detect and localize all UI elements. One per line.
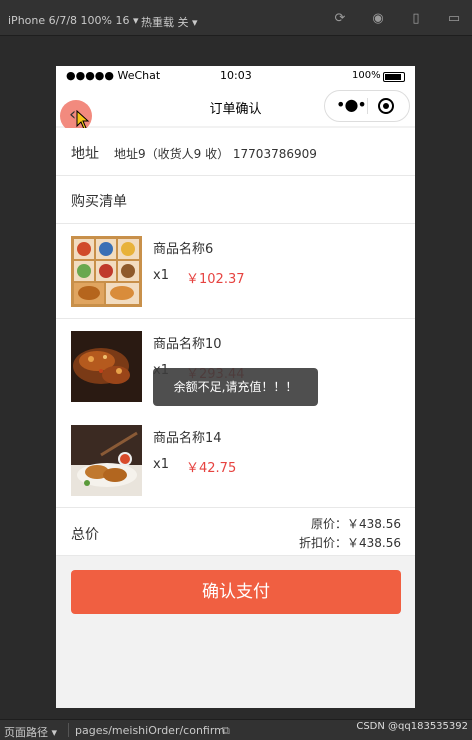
battery-icon [383, 72, 405, 82]
record-icon[interactable]: ◉ [371, 12, 385, 26]
list-item[interactable]: 商品名称14 x1 ￥42.75 [56, 413, 415, 508]
toast-message: 余额不足,请充值！！！ [153, 368, 318, 406]
product-name: 商品名称14 [153, 431, 222, 446]
target-close-icon[interactable] [378, 98, 394, 114]
devtools-toolbar: iPhone 6/7/8 100% 16 ▾ 热重载 关 ▾ ⟳ ◉ ▯ ▭ [0, 0, 472, 36]
phone-icon[interactable]: ▯ [409, 12, 423, 26]
product-image [71, 236, 142, 307]
refresh-icon[interactable]: ⟳ [333, 12, 347, 26]
device-selector[interactable]: iPhone 6/7/8 100% 16 ▾ [8, 14, 139, 27]
path-divider [68, 723, 69, 737]
total-label: 总价 [71, 527, 99, 543]
product-price: ￥42.75 [186, 461, 237, 476]
devtools-statusbar: 页面路径 ▾ pages/meishiOrder/confirm ⧉ CSDN … [0, 719, 472, 740]
product-name: 商品名称6 [153, 242, 214, 257]
status-bar: ●●●●● WeChat 10:03 100% [56, 66, 415, 86]
product-qty: x1 [153, 268, 169, 283]
address-label: 地址 [71, 146, 99, 162]
hot-reload-toggle[interactable]: 热重载 关 ▾ [141, 14, 198, 30]
product-price: ￥102.37 [186, 272, 245, 287]
page-path: pages/meishiOrder/confirm [75, 724, 225, 737]
confirm-pay-button[interactable]: 确认支付 [71, 570, 401, 614]
purchase-list-title: 购买清单 [71, 194, 127, 210]
nav-bar: 订单确认 ‹ •●• [56, 86, 415, 132]
phone-simulator: ●●●●● WeChat 10:03 100% 订单确认 ‹ •●• 地址 地址… [56, 66, 415, 708]
capsule-divider [367, 98, 368, 114]
clock: 10:03 [220, 69, 252, 82]
address-value: 地址9（收货人9 收） 17703786909 [114, 147, 317, 161]
copy-icon[interactable]: ⧉ [222, 724, 230, 738]
product-name: 商品名称10 [153, 337, 222, 352]
menu-capsule: •●• [324, 90, 410, 122]
product-qty: x1 [153, 457, 169, 472]
carrier-label: ●●●●● WeChat [66, 69, 161, 82]
original-price: 原价：￥438.56 [311, 517, 401, 531]
watermark-credit: CSDN @qq183535392 [356, 721, 468, 732]
total-row: 总价 原价：￥438.56 折扣价：￥438.56 [56, 508, 415, 556]
product-image [71, 425, 142, 496]
panel-icon[interactable]: ▭ [447, 12, 461, 26]
more-dots-icon[interactable]: •●• [336, 97, 367, 113]
mouse-cursor-icon [76, 110, 90, 130]
address-row[interactable]: 地址 地址9（收货人9 收） 17703786909 [56, 128, 415, 176]
list-item[interactable]: 商品名称6 x1 ￥102.37 [56, 224, 415, 319]
battery-percent: 100% [352, 70, 381, 81]
purchase-list-header: 购买清单 [56, 176, 415, 224]
product-image [71, 331, 142, 402]
discounted-price: 折扣价：￥438.56 [299, 536, 401, 550]
page-path-label[interactable]: 页面路径 ▾ [4, 724, 57, 740]
